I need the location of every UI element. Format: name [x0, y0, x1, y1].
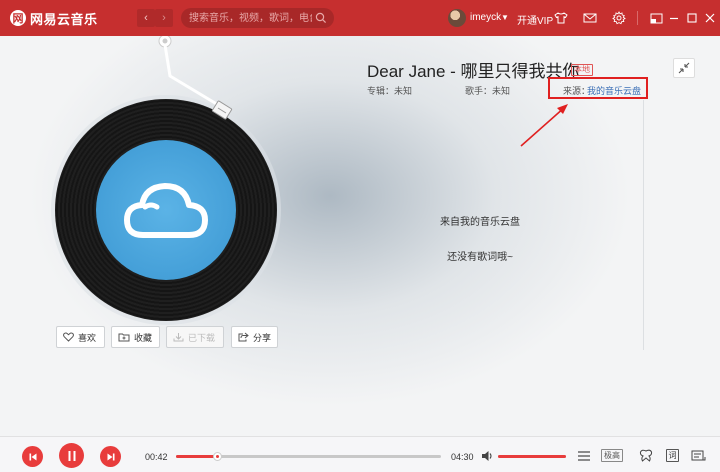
local-badge: 本地 — [571, 64, 593, 76]
collect-button[interactable]: 收藏 — [111, 326, 160, 348]
lyric-toggle[interactable]: 词 — [666, 449, 679, 462]
folder-plus-icon — [118, 332, 130, 342]
share-icon — [238, 332, 249, 342]
download-label: 已下载 — [188, 332, 216, 343]
like-button[interactable]: 喜欢 — [56, 326, 105, 348]
heart-icon — [63, 332, 74, 342]
volume-slider[interactable] — [498, 455, 566, 458]
close-icon[interactable] — [702, 10, 718, 26]
total-time: 04:30 — [451, 452, 474, 462]
album-info: 专辑：未知 — [367, 86, 413, 96]
mini-mode-icon[interactable] — [648, 10, 664, 26]
app-name: 网易云音乐 — [30, 11, 98, 27]
search-icon[interactable] — [315, 12, 327, 24]
forward-button[interactable]: › — [155, 9, 173, 27]
progress-handle[interactable] — [213, 452, 223, 461]
annotation-arrow — [520, 104, 568, 147]
minimize-icon[interactable] — [666, 10, 682, 26]
app-logo[interactable]: 网 网易云音乐 — [10, 9, 98, 27]
player-bar: 00:42 04:30 极高 词 — [0, 436, 720, 472]
download-icon — [173, 332, 184, 342]
username[interactable]: imeyck — [470, 12, 501, 23]
vip-button[interactable]: 开通VIP — [517, 12, 553, 27]
volume-fill — [498, 455, 566, 458]
volume-icon[interactable] — [480, 449, 494, 463]
next-button[interactable] — [100, 446, 121, 467]
lyrics-divider — [643, 100, 644, 350]
mail-icon[interactable] — [582, 10, 598, 26]
chevron-down-icon[interactable]: ▼ — [501, 13, 509, 22]
download-button[interactable]: 已下载 — [166, 326, 224, 348]
cloud-icon — [124, 183, 208, 238]
title-bar: 网 网易云音乐 ‹ › imeyck ▼ 开通VIP — [0, 0, 720, 36]
lyric-line: 还没有歌词哦~ — [447, 252, 513, 263]
back-button[interactable]: ‹ — [137, 9, 155, 27]
shirt-icon[interactable] — [553, 10, 569, 26]
playlist-icon[interactable] — [690, 448, 706, 464]
sound-effect-icon[interactable] — [638, 448, 654, 464]
lyric-line: 来自我的音乐云盘 — [440, 217, 520, 228]
tonearm — [158, 36, 233, 120]
previous-icon — [29, 453, 36, 460]
collect-label: 收藏 — [134, 332, 153, 343]
source-link[interactable]: 我的音乐云盘 — [587, 84, 641, 97]
progress-bar[interactable] — [176, 452, 441, 461]
next-icon — [107, 453, 114, 460]
avatar[interactable] — [448, 9, 466, 27]
progress-fill — [176, 455, 218, 458]
previous-button[interactable] — [22, 446, 43, 467]
gear-icon[interactable] — [611, 10, 627, 26]
play-mode-icon[interactable] — [576, 448, 592, 464]
artist-info: 歌手：未知 — [465, 86, 511, 96]
pause-button[interactable] — [59, 443, 84, 468]
current-time: 00:42 — [145, 452, 168, 462]
vinyl-disc — [55, 99, 277, 321]
like-label: 喜欢 — [78, 332, 97, 343]
maximize-icon[interactable] — [684, 10, 700, 26]
search-input[interactable] — [181, 8, 334, 28]
album-cover — [96, 140, 236, 280]
pause-icon — [68, 450, 75, 461]
share-label: 分享 — [253, 332, 272, 343]
share-button[interactable]: 分享 — [231, 326, 278, 348]
quality-badge[interactable]: 极高 — [601, 449, 623, 462]
collapse-button[interactable] — [673, 58, 695, 78]
netease-logo-icon: 网 — [10, 10, 26, 26]
collapse-icon — [678, 62, 690, 74]
song-detail-page: Dear Jane - 哪里只得我共你 本地 专辑：未知 歌手：未知 来源： 我… — [0, 36, 720, 436]
divider — [637, 11, 638, 25]
